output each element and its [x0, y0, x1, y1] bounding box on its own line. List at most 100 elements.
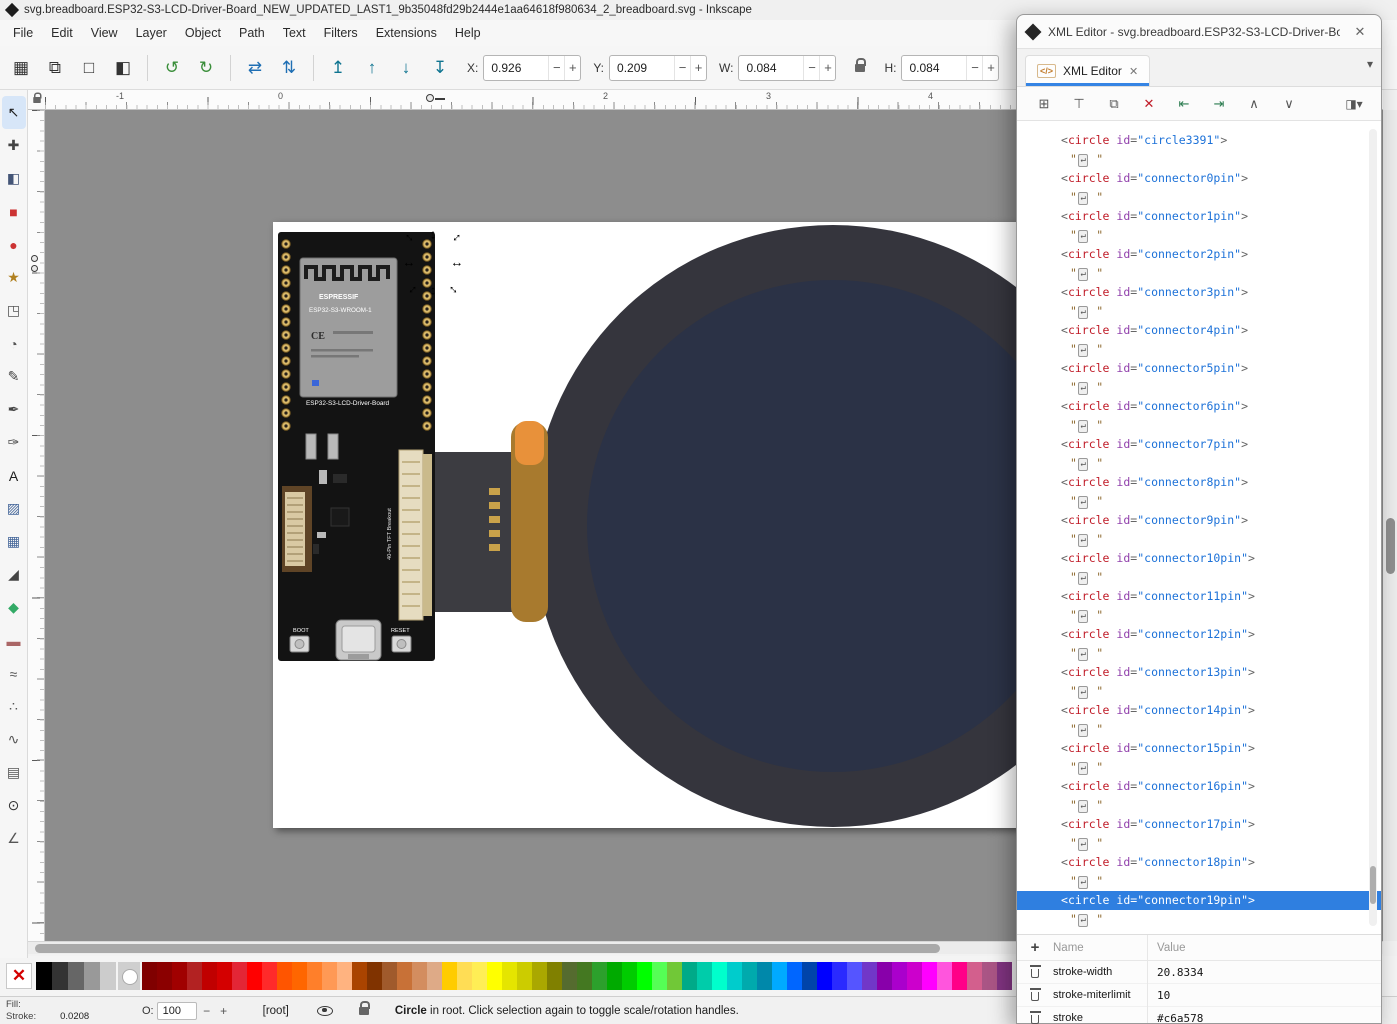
selection-options-button[interactable]: ◧ [108, 53, 138, 83]
xml-node-connector18pin[interactable]: <circle id="connector18pin"> [1017, 853, 1381, 872]
xml-tree-scrollbar-handle[interactable] [1370, 866, 1376, 904]
tool-spiral-icon[interactable]: ◔ [2, 327, 26, 360]
xml-text-node[interactable]: "↵ " [1017, 378, 1381, 397]
height-increment-button[interactable]: + [982, 56, 998, 80]
height-decrement-button[interactable]: − [966, 56, 982, 80]
menu-view[interactable]: View [82, 22, 127, 44]
swatch-33[interactable] [637, 962, 652, 990]
xml-text-node[interactable]: "↵ " [1017, 910, 1381, 929]
swatch-0[interactable] [142, 962, 157, 990]
tool-rectangle-icon[interactable]: ■ [2, 195, 26, 228]
delete-attribute-button[interactable] [1017, 1013, 1053, 1024]
swatch-47[interactable] [847, 962, 862, 990]
xml-text-node[interactable]: "↵ " [1017, 340, 1381, 359]
swatch-20[interactable] [442, 962, 457, 990]
tool-bezier-pen-icon[interactable]: ✒ [2, 393, 26, 426]
swatch-26[interactable] [532, 962, 547, 990]
swatch-16[interactable] [382, 962, 397, 990]
tool-gradient-icon[interactable]: ▨ [2, 492, 26, 525]
menu-file[interactable]: File [4, 22, 42, 44]
width-input[interactable]: 0.084 − + [738, 55, 836, 81]
xml-editor-titlebar[interactable]: XML Editor - svg.breadboard.ESP32-S3-LCD… [1017, 15, 1381, 49]
swatch-4[interactable] [202, 962, 217, 990]
tab-xml-editor[interactable]: </> XML Editor ✕ [1025, 55, 1150, 86]
tool-spray-icon[interactable]: ∴ [2, 690, 26, 723]
xml-text-node[interactable]: "↵ " [1017, 606, 1381, 625]
tool-star-icon[interactable]: ★ [2, 261, 26, 294]
tool-zoom-icon[interactable]: ⊙ [2, 789, 26, 822]
attribute-row[interactable]: stroke#c6a578 [1017, 1007, 1381, 1024]
chevron-down-icon[interactable]: ▾ [1367, 57, 1373, 79]
horizontal-scrollbar-handle[interactable] [35, 944, 940, 953]
xml-node-connector10pin[interactable]: <circle id="connector10pin"> [1017, 549, 1381, 568]
tool-box-3d-icon[interactable]: ◳ [2, 294, 26, 327]
xml-node-connector3pin[interactable]: <circle id="connector3pin"> [1017, 283, 1381, 302]
tool-pages-icon[interactable]: ▤ [2, 756, 26, 789]
delete-attribute-button[interactable] [1017, 990, 1053, 1001]
swatch-31[interactable] [607, 962, 622, 990]
xml-text-node[interactable]: "↵ " [1017, 302, 1381, 321]
raise-button[interactable]: ↑ [357, 53, 387, 83]
swatch-36[interactable] [682, 962, 697, 990]
y-input[interactable]: 0.209 − + [609, 55, 707, 81]
swatch-44[interactable] [802, 962, 817, 990]
select-all-layers-button[interactable]: ⧉ [40, 53, 70, 83]
xml-node-connector5pin[interactable]: <circle id="connector5pin"> [1017, 359, 1381, 378]
move-node-down-button[interactable]: ∨ [1278, 93, 1300, 115]
xml-node-connector1pin[interactable]: <circle id="connector1pin"> [1017, 207, 1381, 226]
lower-to-bottom-button[interactable]: ↧ [425, 53, 455, 83]
unindent-node-button[interactable]: ⇤ [1173, 93, 1195, 115]
swatch-none[interactable]: ✕ [6, 963, 32, 989]
xml-node-connector19pin[interactable]: <circle id="connector19pin"> [1017, 891, 1381, 910]
xml-node-connector16pin[interactable]: <circle id="connector16pin"> [1017, 777, 1381, 796]
indent-node-button[interactable]: ⇥ [1208, 93, 1230, 115]
tool-mesh-gradient-icon[interactable]: ▦ [2, 525, 26, 558]
swatch-51[interactable] [907, 962, 922, 990]
swatch-gray-4[interactable] [100, 962, 116, 990]
swatch-gray-1[interactable] [52, 962, 68, 990]
swatch-52[interactable] [922, 962, 937, 990]
y-decrement-button[interactable]: − [674, 56, 690, 80]
swatch-11[interactable] [307, 962, 322, 990]
breadboard-drawing[interactable]: ESPRESSIF ESP32-S3-WROOM-1 CE ESP32-S3-L… [273, 222, 1030, 828]
flip-horizontal-button[interactable]: ⇄ [240, 53, 270, 83]
lower-button[interactable]: ↓ [391, 53, 421, 83]
swatch-40[interactable] [742, 962, 757, 990]
tab-close-icon[interactable]: ✕ [1129, 65, 1138, 78]
swatch-38[interactable] [712, 962, 727, 990]
selection-handle[interactable]: ↕ [430, 284, 437, 297]
raise-to-top-button[interactable]: ↥ [323, 53, 353, 83]
swatch-28[interactable] [562, 962, 577, 990]
swatch-41[interactable] [757, 962, 772, 990]
add-attribute-button[interactable]: + [1017, 939, 1053, 956]
swatch-24[interactable] [502, 962, 517, 990]
width-increment-button[interactable]: + [819, 56, 835, 80]
swatch-53[interactable] [937, 962, 952, 990]
width-decrement-button[interactable]: − [803, 56, 819, 80]
vertical-scrollbar[interactable] [1383, 110, 1397, 941]
tool-node-editor-icon[interactable]: ✚ [2, 129, 26, 162]
tool-shape-builder-icon[interactable]: ◧ [2, 162, 26, 195]
swatch-34[interactable] [652, 962, 667, 990]
flex-tab[interactable] [515, 421, 544, 465]
swatch-18[interactable] [412, 962, 427, 990]
xml-node-connector15pin[interactable]: <circle id="connector15pin"> [1017, 739, 1381, 758]
swatch-radial[interactable] [118, 962, 140, 990]
select-all-button[interactable]: ▦ [6, 53, 36, 83]
swatch-56[interactable] [982, 962, 997, 990]
opacity-input[interactable]: 100 [157, 1002, 197, 1020]
swatch-3[interactable] [187, 962, 202, 990]
fpc-connector-left[interactable] [282, 486, 312, 572]
swatch-49[interactable] [877, 962, 892, 990]
menu-text[interactable]: Text [274, 22, 315, 44]
xml-text-node[interactable]: "↵ " [1017, 720, 1381, 739]
xml-text-node[interactable]: "↵ " [1017, 872, 1381, 891]
xml-text-node[interactable]: "↵ " [1017, 226, 1381, 245]
xml-node-connector17pin[interactable]: <circle id="connector17pin"> [1017, 815, 1381, 834]
new-text-node-button[interactable]: ⊤ [1068, 93, 1090, 115]
xml-node-connector9pin[interactable]: <circle id="connector9pin"> [1017, 511, 1381, 530]
vertical-scrollbar-handle[interactable] [1386, 518, 1395, 574]
menu-path[interactable]: Path [230, 22, 274, 44]
opacity-decrement-button[interactable]: − [200, 1004, 214, 1018]
selection-handle[interactable]: ↔ [451, 256, 464, 269]
